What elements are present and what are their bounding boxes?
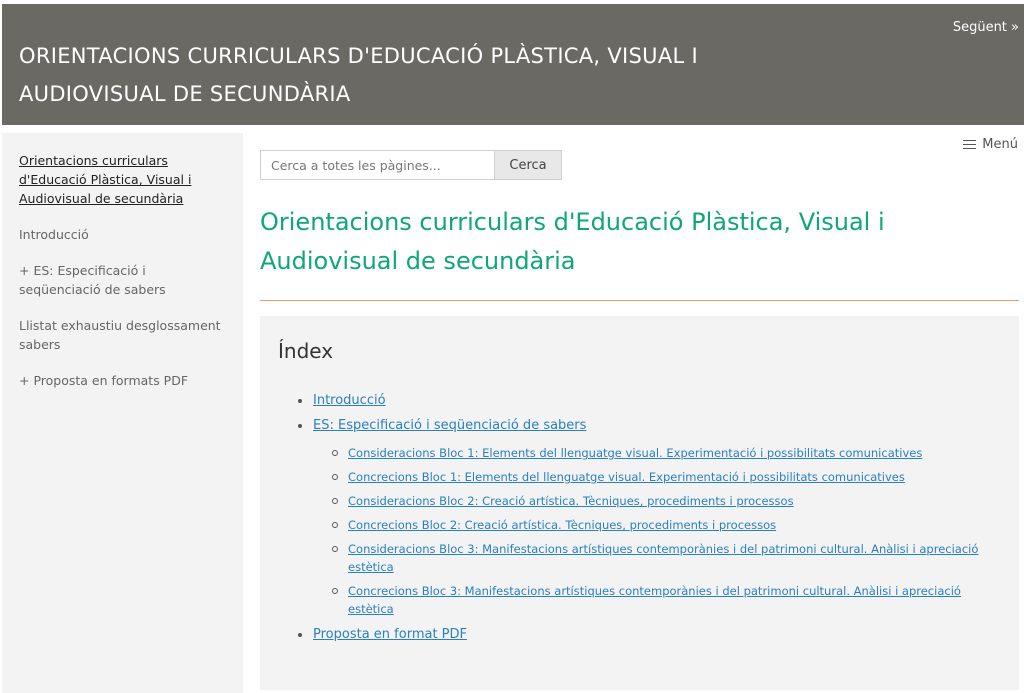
sidebar-nav: Orientacions curriculars d'Educació Plàs…: [2, 133, 243, 390]
index-sublink-concrecions-bloc-2[interactable]: Concrecions Bloc 2: Creació artística. T…: [348, 518, 776, 532]
index-item: Introducció: [298, 392, 998, 409]
index-title: Índex: [278, 339, 334, 363]
index-subitem: Concrecions Bloc 1: Elements del llengua…: [332, 468, 998, 486]
index-subitem: Consideracions Bloc 3: Manifestacions ar…: [332, 540, 998, 576]
sidebar: Orientacions curriculars d'Educació Plàs…: [2, 133, 243, 693]
index-subitem: Concrecions Bloc 3: Manifestacions artís…: [332, 582, 998, 618]
search-input[interactable]: [260, 150, 494, 180]
index-sublink-concrecions-bloc-1[interactable]: Concrecions Bloc 1: Elements del llengua…: [348, 470, 905, 484]
sidebar-item-introduccio: Introducció: [19, 225, 231, 244]
sidebar-link-especificacio[interactable]: + ES: Especificació i seqüenciació de sa…: [19, 263, 166, 297]
index-sublink-consideracions-bloc-3[interactable]: Consideracions Bloc 3: Manifestacions ar…: [348, 542, 978, 574]
sidebar-link-home[interactable]: Orientacions curriculars d'Educació Plàs…: [19, 153, 191, 206]
next-page-link[interactable]: Següent »: [953, 20, 1019, 35]
sidebar-item-especificacio: + ES: Especificació i seqüenciació de sa…: [19, 261, 231, 299]
index-subitem: Concrecions Bloc 2: Creació artística. T…: [332, 516, 998, 534]
sidebar-link-llistat[interactable]: Llistat exhaustiu desglossament sabers: [19, 318, 221, 352]
hamburger-icon: [963, 137, 977, 152]
sidebar-link-pdf[interactable]: + Proposta en formats PDF: [19, 373, 188, 388]
search-form: Cerca: [260, 150, 562, 180]
menu-toggle-button[interactable]: Menú: [963, 137, 1018, 152]
page-title: Orientacions curriculars d'Educació Plàs…: [260, 208, 885, 275]
index-list: Introducció ES: Especificació i seqüenci…: [298, 392, 998, 651]
sidebar-link-introduccio[interactable]: Introducció: [19, 227, 89, 242]
sidebar-item-pdf: + Proposta en formats PDF: [19, 371, 231, 390]
index-subitem: Consideracions Bloc 1: Elements del llen…: [332, 444, 998, 462]
sidebar-item-home: Orientacions curriculars d'Educació Plàs…: [19, 151, 231, 208]
index-link-pdf[interactable]: Proposta en format PDF: [313, 627, 467, 642]
index-subitem: Consideracions Bloc 2: Creació artística…: [332, 492, 998, 510]
sidebar-item-llistat: Llistat exhaustiu desglossament sabers: [19, 316, 231, 354]
menu-label: Menú: [982, 137, 1018, 152]
search-button[interactable]: Cerca: [494, 150, 562, 180]
index-sublist: Consideracions Bloc 1: Elements del llen…: [332, 444, 998, 618]
index-sublink-consideracions-bloc-2[interactable]: Consideracions Bloc 2: Creació artística…: [348, 494, 794, 508]
index-item: Proposta en format PDF: [298, 626, 998, 643]
index-link-introduccio[interactable]: Introducció: [313, 393, 386, 408]
index-sublink-concrecions-bloc-3[interactable]: Concrecions Bloc 3: Manifestacions artís…: [348, 584, 961, 616]
title-divider: [260, 300, 1019, 301]
index-panel: Índex Introducció ES: Especificació i se…: [260, 316, 1019, 690]
index-link-especificacio[interactable]: ES: Especificació i seqüenciació de sabe…: [313, 418, 586, 433]
index-item: ES: Especificació i seqüenciació de sabe…: [298, 417, 998, 618]
index-sublink-consideracions-bloc-1[interactable]: Consideracions Bloc 1: Elements del llen…: [348, 446, 922, 460]
site-title: ORIENTACIONS CURRICULARS D'EDUCACIÓ PLÀS…: [19, 44, 698, 106]
site-header: ORIENTACIONS CURRICULARS D'EDUCACIÓ PLÀS…: [2, 4, 1024, 125]
